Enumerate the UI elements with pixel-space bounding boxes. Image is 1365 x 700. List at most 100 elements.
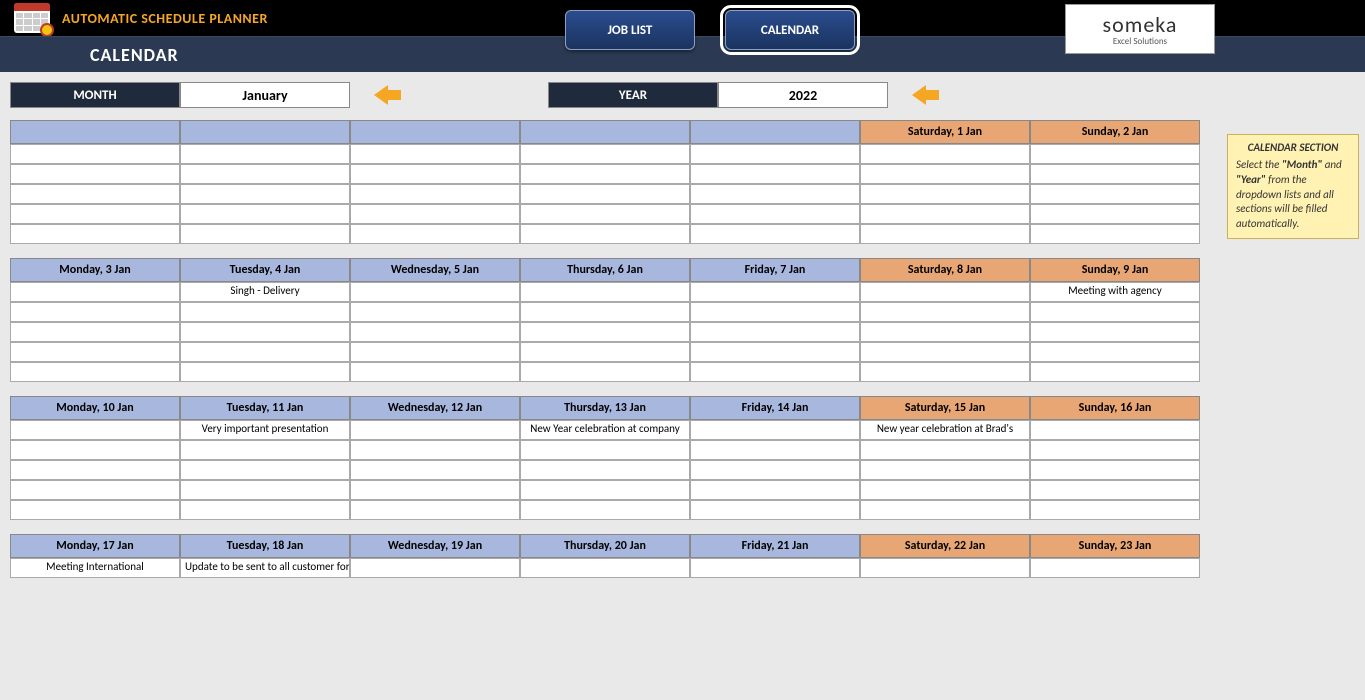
calendar-cell[interactable] (10, 480, 180, 500)
calendar-cell[interactable] (520, 558, 690, 578)
calendar-cell[interactable] (180, 144, 350, 164)
calendar-cell[interactable] (350, 322, 520, 342)
calendar-cell[interactable] (350, 362, 520, 382)
calendar-cell[interactable] (690, 282, 860, 302)
calendar-cell[interactable] (1030, 224, 1200, 244)
calendar-cell[interactable] (520, 322, 690, 342)
calendar-cell[interactable] (520, 440, 690, 460)
calendar-cell[interactable] (10, 302, 180, 322)
calendar-cell[interactable] (1030, 500, 1200, 520)
calendar-cell[interactable] (860, 144, 1030, 164)
calendar-cell[interactable] (860, 362, 1030, 382)
calendar-cell[interactable] (860, 282, 1030, 302)
month-dropdown[interactable]: January (180, 82, 350, 108)
calendar-cell[interactable]: New Year celebration at company (520, 420, 690, 440)
calendar-cell[interactable] (690, 322, 860, 342)
calendar-cell[interactable] (350, 420, 520, 440)
year-dropdown[interactable]: 2022 (718, 82, 888, 108)
calendar-cell[interactable] (860, 440, 1030, 460)
calendar-cell[interactable] (10, 224, 180, 244)
calendar-cell[interactable]: Very important presentation (180, 420, 350, 440)
calendar-cell[interactable] (1030, 342, 1200, 362)
calendar-cell[interactable] (350, 204, 520, 224)
calendar-cell[interactable] (860, 558, 1030, 578)
calendar-cell[interactable] (690, 460, 860, 480)
calendar-cell[interactable]: Meeting with agency (1030, 282, 1200, 302)
calendar-cell[interactable] (520, 480, 690, 500)
calendar-cell[interactable] (1030, 322, 1200, 342)
calendar-cell[interactable] (1030, 204, 1200, 224)
calendar-cell[interactable] (180, 480, 350, 500)
calendar-cell[interactable] (520, 500, 690, 520)
calendar-cell[interactable] (690, 144, 860, 164)
calendar-cell[interactable] (10, 420, 180, 440)
calendar-cell[interactable] (350, 282, 520, 302)
calendar-cell[interactable] (180, 500, 350, 520)
calendar-cell[interactable] (690, 204, 860, 224)
calendar-cell[interactable] (860, 322, 1030, 342)
calendar-cell[interactable] (350, 500, 520, 520)
calendar-cell[interactable] (10, 164, 180, 184)
job-list-button[interactable]: JOB LIST (565, 10, 695, 50)
calendar-cell[interactable] (860, 460, 1030, 480)
calendar-cell[interactable] (860, 164, 1030, 184)
calendar-cell[interactable] (1030, 184, 1200, 204)
calendar-cell[interactable] (520, 204, 690, 224)
calendar-cell[interactable] (10, 500, 180, 520)
calendar-cell[interactable] (860, 342, 1030, 362)
calendar-cell[interactable] (690, 342, 860, 362)
calendar-cell[interactable] (10, 204, 180, 224)
calendar-cell[interactable] (860, 302, 1030, 322)
calendar-cell[interactable] (860, 224, 1030, 244)
calendar-cell[interactable] (860, 480, 1030, 500)
calendar-cell[interactable] (520, 224, 690, 244)
calendar-cell[interactable] (690, 440, 860, 460)
calendar-cell[interactable] (690, 164, 860, 184)
calendar-cell[interactable] (690, 420, 860, 440)
calendar-cell[interactable] (520, 460, 690, 480)
calendar-cell[interactable] (690, 362, 860, 382)
calendar-cell[interactable] (350, 440, 520, 460)
calendar-cell[interactable]: Meeting International (10, 558, 180, 578)
calendar-cell[interactable] (1030, 164, 1200, 184)
calendar-cell[interactable] (520, 282, 690, 302)
calendar-cell[interactable] (350, 460, 520, 480)
calendar-cell[interactable] (10, 184, 180, 204)
calendar-cell[interactable] (350, 144, 520, 164)
calendar-cell[interactable] (180, 440, 350, 460)
calendar-cell[interactable] (860, 204, 1030, 224)
calendar-cell[interactable] (1030, 362, 1200, 382)
calendar-cell[interactable]: Update to be sent to all customer for th (180, 558, 350, 578)
calendar-cell[interactable] (180, 204, 350, 224)
calendar-cell[interactable] (10, 440, 180, 460)
calendar-cell[interactable] (690, 500, 860, 520)
calendar-cell[interactable] (520, 164, 690, 184)
calendar-cell[interactable] (10, 362, 180, 382)
calendar-cell[interactable] (1030, 558, 1200, 578)
calendar-button[interactable]: CALENDAR (725, 10, 855, 50)
calendar-cell[interactable] (180, 322, 350, 342)
calendar-cell[interactable] (1030, 460, 1200, 480)
calendar-cell[interactable] (180, 342, 350, 362)
calendar-cell[interactable] (180, 362, 350, 382)
calendar-cell[interactable] (350, 164, 520, 184)
calendar-cell[interactable] (350, 342, 520, 362)
calendar-cell[interactable] (10, 144, 180, 164)
calendar-cell[interactable] (10, 282, 180, 302)
calendar-cell[interactable]: New year celebration at Brad's (860, 420, 1030, 440)
calendar-cell[interactable] (1030, 420, 1200, 440)
calendar-cell[interactable] (520, 144, 690, 164)
calendar-cell[interactable] (860, 500, 1030, 520)
calendar-cell[interactable] (350, 558, 520, 578)
calendar-cell[interactable] (180, 302, 350, 322)
calendar-cell[interactable]: Singh - Delivery (180, 282, 350, 302)
calendar-cell[interactable] (690, 558, 860, 578)
calendar-cell[interactable] (690, 302, 860, 322)
calendar-cell[interactable] (350, 480, 520, 500)
calendar-cell[interactable] (1030, 440, 1200, 460)
calendar-cell[interactable] (180, 460, 350, 480)
calendar-cell[interactable] (690, 184, 860, 204)
calendar-cell[interactable] (1030, 302, 1200, 322)
calendar-cell[interactable] (520, 362, 690, 382)
calendar-cell[interactable] (350, 302, 520, 322)
